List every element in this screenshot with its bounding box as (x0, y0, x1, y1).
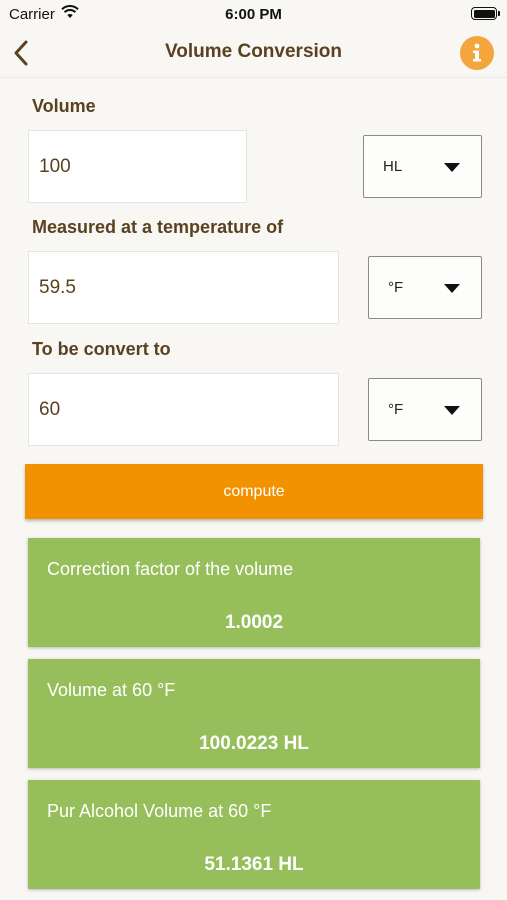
result-title: Pur Alcohol Volume at 60 °F (47, 801, 272, 821)
correction-factor-card: Correction factor of the volume 1.0002 (28, 538, 480, 647)
convert-temperature-input[interactable]: 60 (28, 373, 339, 446)
result-value: 1.0002 (224, 612, 284, 633)
convert-unit-select[interactable]: °F (368, 378, 482, 441)
status-bar: Carrier 6:00 PM (0, 0, 507, 28)
result-value: 51.1361 HL (204, 854, 304, 875)
result-title: Volume at 60 °F (47, 680, 176, 700)
measured-unit-value: °F (388, 279, 404, 296)
caret-down-icon (444, 162, 460, 172)
measured-temperature-value: 59.5 (39, 276, 76, 298)
pure-alcohol-volume-card: Pur Alcohol Volume at 60 °F 51.1361 HL (28, 780, 480, 889)
page-title: Volume Conversion (164, 41, 342, 62)
volume-value: 100 (39, 155, 71, 177)
volume-label: Volume (32, 96, 96, 116)
result-value: 100.0223 HL (199, 733, 309, 754)
status-time: 6:00 PM (225, 6, 282, 23)
info-button[interactable] (460, 36, 494, 70)
converted-volume-card: Volume at 60 °F 100.0223 HL (28, 659, 480, 768)
info-icon (473, 43, 481, 62)
result-title: Correction factor of the volume (47, 559, 294, 579)
measured-temperature-input[interactable]: 59.5 (28, 251, 339, 324)
convert-temperature-label: To be convert to (32, 339, 171, 359)
measured-unit-select[interactable]: °F (368, 256, 482, 319)
volume-unit-value: HL (383, 158, 403, 175)
volume-input[interactable]: 100 (28, 130, 247, 203)
convert-temperature-value: 60 (39, 398, 61, 420)
volume-unit-select[interactable]: HL (363, 135, 482, 198)
navigation-bar: Volume Conversion (0, 28, 507, 78)
caret-down-icon (444, 405, 460, 415)
convert-unit-value: °F (388, 401, 404, 418)
measured-temperature-label: Measured at a temperature of (32, 217, 284, 237)
caret-down-icon (444, 283, 460, 293)
battery-icon (471, 7, 500, 20)
compute-button[interactable]: compute (25, 464, 483, 519)
